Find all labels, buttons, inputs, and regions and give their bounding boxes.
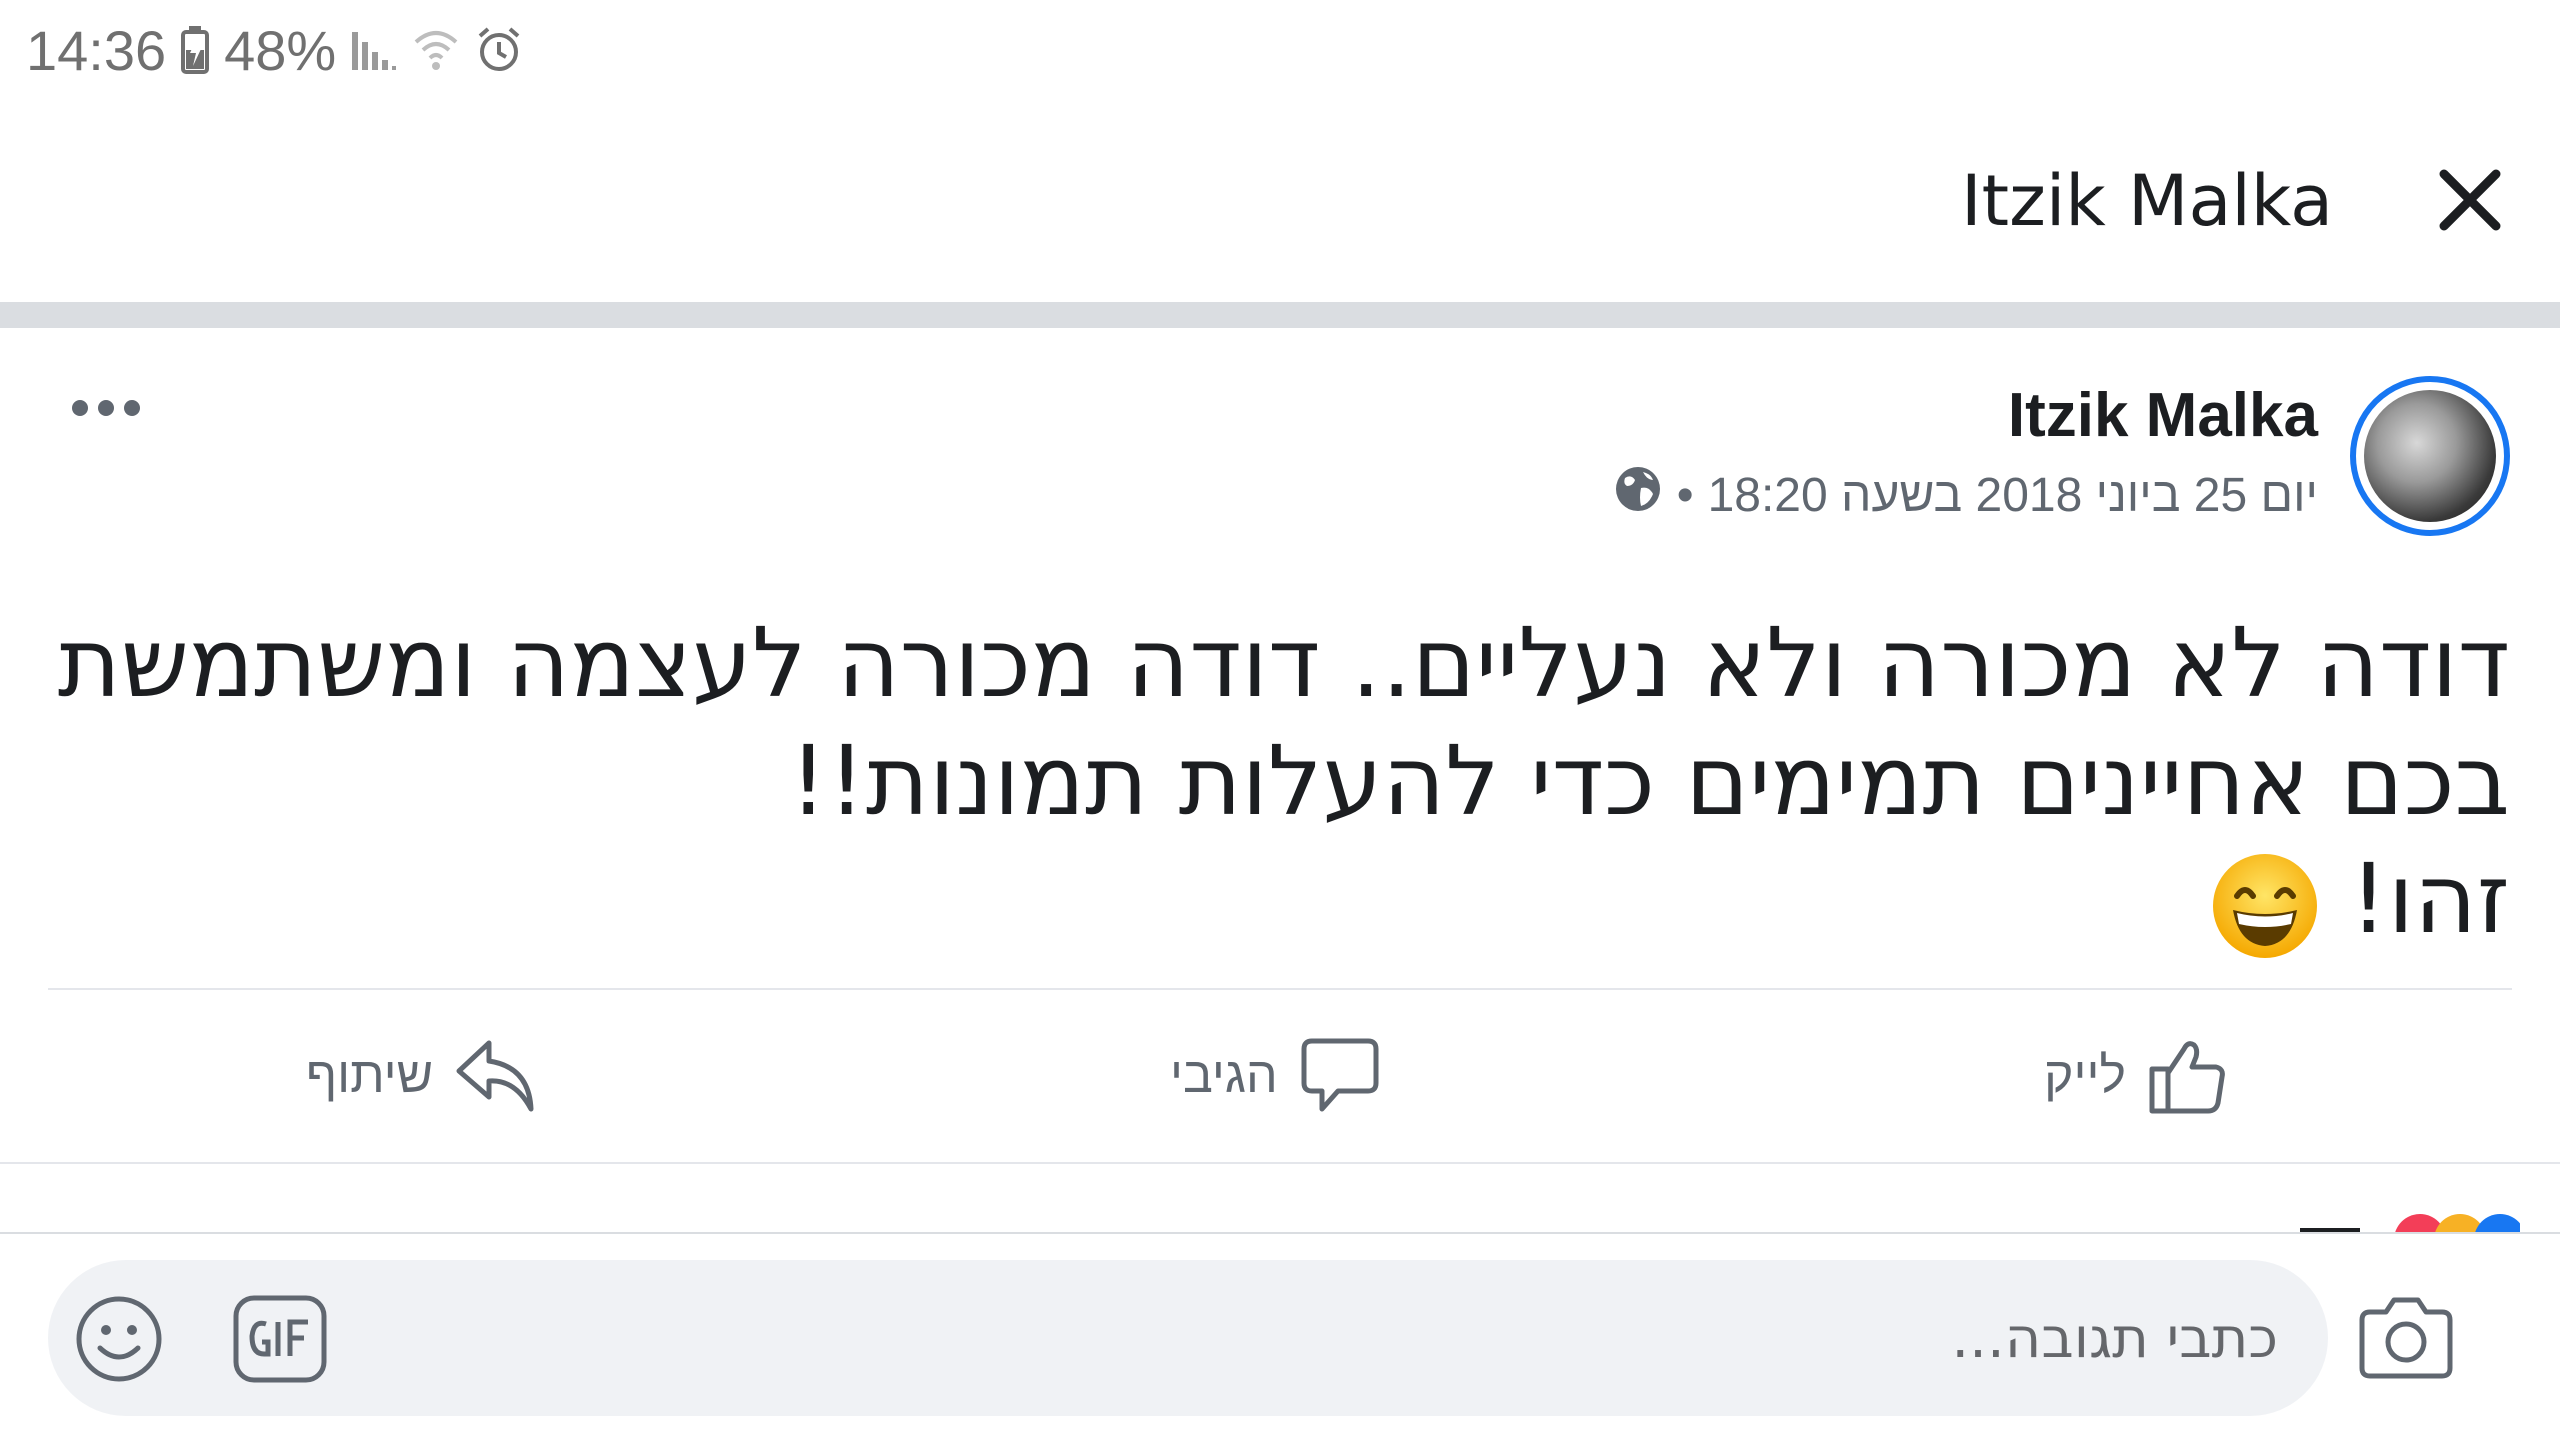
thumbs-up-icon xyxy=(2149,1041,2225,1114)
more-dots-icon xyxy=(72,400,140,416)
like-label: לייק xyxy=(2044,1047,2126,1103)
gif-icon xyxy=(233,1295,327,1383)
comment-label: הגיבי xyxy=(1170,1047,1278,1103)
post-author[interactable]: Itzik Malka xyxy=(2008,380,2318,451)
battery-level: 48% xyxy=(224,18,337,82)
post-text: דודה לא מכורה ולא נעליים.. דודה מכורה לע… xyxy=(57,604,2510,960)
post-meta: • יום 25 ביוני 2018 בשעה 18:20 xyxy=(1613,464,2318,526)
gif-button[interactable] xyxy=(232,1294,328,1384)
share-button[interactable]: שיתוף xyxy=(306,990,537,1160)
post-text-line-3-text: זהו! xyxy=(2349,843,2510,955)
wifi-icon xyxy=(412,26,460,74)
reactions-peek xyxy=(2300,1212,2520,1232)
meta-separator: • xyxy=(1676,468,1694,522)
smiley-icon xyxy=(76,1296,162,1382)
reactions-summary-icon xyxy=(2300,1214,2520,1232)
header: Itzik Malka xyxy=(0,100,2560,300)
post-text-line-3: זהו! xyxy=(110,840,2510,960)
post-actions: לייק הגיבי שיתוף xyxy=(0,990,2560,1160)
post-date[interactable]: יום 25 ביוני 2018 בשעה 18:20 xyxy=(1708,468,2318,523)
close-button[interactable] xyxy=(2430,160,2510,240)
comment-bubble-icon xyxy=(1301,1038,1379,1112)
comment-input[interactable] xyxy=(678,1260,2278,1416)
status-time: 14:36 xyxy=(26,18,167,82)
share-arrow-icon xyxy=(456,1040,534,1112)
post-bottom-divider xyxy=(0,1162,2560,1164)
section-divider xyxy=(0,302,2560,328)
battery-icon xyxy=(180,26,210,74)
close-icon xyxy=(2439,169,2501,231)
share-label: שיתוף xyxy=(306,1047,434,1103)
status-bar: 14:36 48% xyxy=(0,0,2560,100)
grinning-face-emoji-icon xyxy=(2211,852,2319,960)
post: Itzik Malka • יום 25 ביוני 2018 בשעה 18:… xyxy=(0,328,2560,1162)
signal-icon xyxy=(350,28,398,72)
comment-composer xyxy=(0,1232,2560,1440)
emoji-button[interactable] xyxy=(74,1294,164,1384)
camera-icon xyxy=(2359,1297,2453,1379)
avatar[interactable] xyxy=(2350,376,2510,536)
alarm-icon xyxy=(474,25,524,75)
comment-box xyxy=(48,1260,2328,1416)
like-button[interactable]: לייק xyxy=(2044,990,2230,1160)
camera-button[interactable] xyxy=(2356,1292,2456,1382)
globe-icon xyxy=(1613,464,1663,526)
post-text-line-1: דודה לא מכורה ולא נעליים.. דודה מכורה לע… xyxy=(57,607,2510,719)
comment-button[interactable]: הגיבי xyxy=(1170,990,1382,1160)
header-title: Itzik Malka xyxy=(1960,160,2333,242)
more-options-button[interactable] xyxy=(66,388,146,428)
post-text-line-2: בכם אחיינים תמימים כדי להעלות תמונות!! xyxy=(788,725,2510,837)
